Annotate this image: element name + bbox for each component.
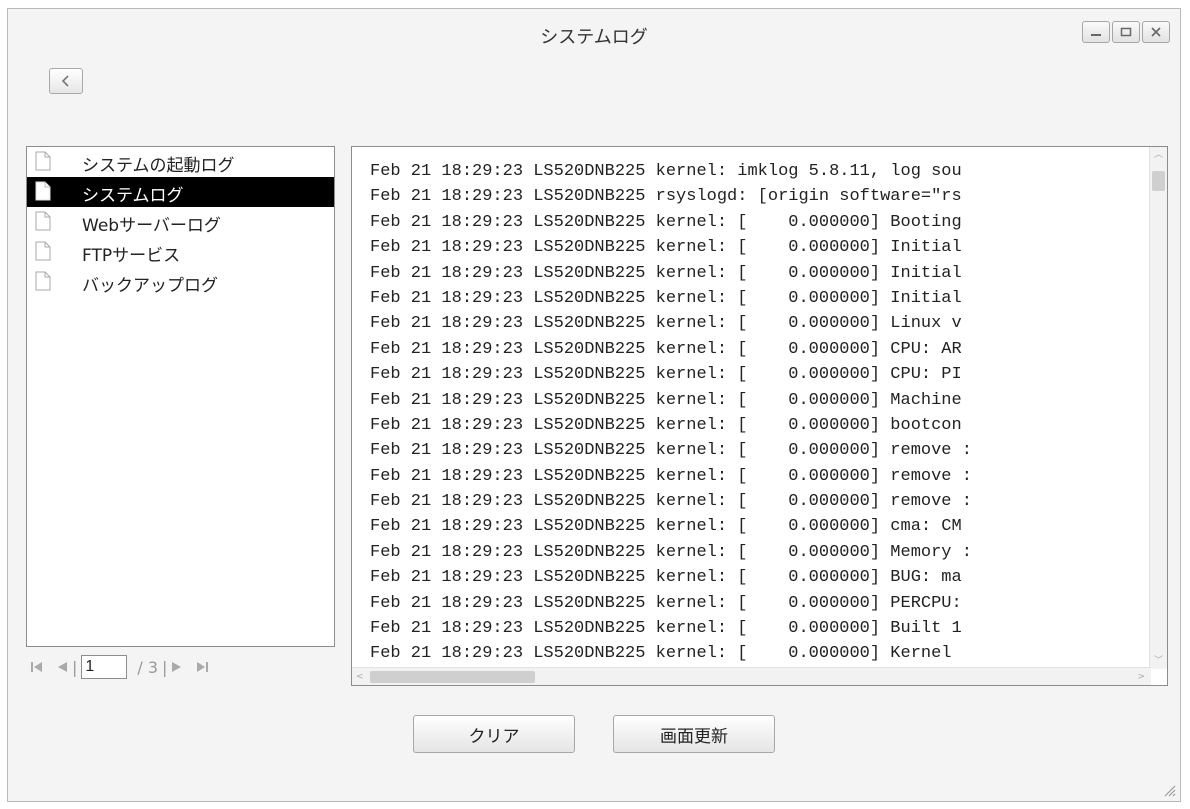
maximize-button[interactable] — [1112, 21, 1140, 43]
log-line: Feb 21 18:29:23 LS520DNB225 kernel: [ 0.… — [370, 288, 962, 308]
scroll-up-icon[interactable]: ︿ — [1154, 150, 1163, 160]
close-button[interactable] — [1142, 21, 1170, 43]
log-line: Feb 21 18:29:23 LS520DNB225 kernel: [ 0.… — [370, 441, 972, 461]
prev-page-button[interactable] — [56, 660, 68, 674]
prev-page-icon — [58, 662, 67, 672]
resize-grip-icon[interactable] — [1162, 783, 1176, 797]
horizontal-scrollbar[interactable]: < > — [352, 667, 1151, 685]
document-icon — [35, 241, 51, 261]
log-type-label: FTPサービス — [82, 246, 181, 266]
page-number-input[interactable] — [81, 655, 128, 679]
document-icon — [35, 271, 51, 291]
log-line: Feb 21 18:29:23 LS520DNB225 rsyslogd: [o… — [370, 187, 962, 207]
window-title: システムログ — [540, 27, 648, 48]
log-line: Feb 21 18:29:23 LS520DNB225 kernel: [ 0.… — [370, 644, 952, 664]
close-icon — [1151, 27, 1161, 37]
window-controls — [1082, 21, 1170, 43]
document-icon — [35, 211, 51, 231]
log-line: Feb 21 18:29:23 LS520DNB225 kernel: [ 0.… — [370, 212, 962, 232]
log-type-web-server[interactable]: Webサーバーログ — [27, 207, 334, 237]
scroll-down-icon[interactable]: ﹀ — [1154, 656, 1163, 666]
log-line: Feb 21 18:29:23 LS520DNB225 kernel: [ 0.… — [370, 263, 962, 283]
minimize-button[interactable] — [1082, 21, 1110, 43]
scroll-right-icon[interactable]: > — [1137, 672, 1145, 682]
back-button[interactable] — [49, 68, 83, 94]
vertical-scroll-thumb[interactable] — [1152, 171, 1165, 191]
log-viewer[interactable]: Feb 21 18:29:23 LS520DNB225 kernel: imkl… — [351, 146, 1168, 686]
log-line: Feb 21 18:29:23 LS520DNB225 kernel: [ 0.… — [370, 466, 972, 486]
log-lines: Feb 21 18:29:23 LS520DNB225 kernel: imkl… — [370, 159, 1148, 664]
next-page-button[interactable] — [171, 660, 183, 674]
horizontal-scroll-thumb[interactable] — [370, 671, 535, 683]
log-line: Feb 21 18:29:23 LS520DNB225 kernel: [ 0.… — [370, 619, 962, 639]
chevron-left-icon — [61, 75, 69, 87]
pager-separator: | — [162, 657, 168, 677]
log-line: Feb 21 18:29:23 LS520DNB225 kernel: [ 0.… — [370, 568, 962, 588]
scroll-left-icon[interactable]: < — [356, 672, 364, 682]
log-type-label: システムログ — [82, 186, 184, 206]
last-page-icon — [197, 662, 209, 672]
refresh-button[interactable]: 画面更新 — [613, 715, 775, 753]
log-type-list: システムの起動ログ システムログ Webサーバーログ FTPサービス バックアッ… — [26, 146, 335, 647]
log-line: Feb 21 18:29:23 LS520DNB225 kernel: [ 0.… — [370, 238, 962, 258]
vertical-scrollbar[interactable]: ︿ ﹀ — [1149, 147, 1167, 669]
log-line: Feb 21 18:29:23 LS520DNB225 kernel: imkl… — [370, 162, 962, 181]
first-page-icon — [31, 662, 42, 672]
first-page-button[interactable] — [30, 660, 44, 674]
log-line: Feb 21 18:29:23 LS520DNB225 kernel: [ 0.… — [370, 314, 962, 334]
log-line: Feb 21 18:29:23 LS520DNB225 kernel: [ 0.… — [370, 593, 962, 613]
log-type-label: Webサーバーログ — [82, 216, 221, 236]
log-type-label: バックアップログ — [82, 276, 218, 296]
log-line: Feb 21 18:29:23 LS520DNB225 kernel: [ 0.… — [370, 339, 962, 359]
document-icon — [35, 151, 51, 171]
minimize-icon — [1091, 34, 1101, 36]
log-type-ftp[interactable]: FTPサービス — [27, 237, 334, 267]
log-type-backup[interactable]: バックアップログ — [27, 267, 334, 297]
next-page-icon — [172, 662, 182, 672]
pager: | / 3 | — [30, 654, 209, 680]
pager-separator: | — [72, 657, 78, 677]
log-line: Feb 21 18:29:23 LS520DNB225 kernel: [ 0.… — [370, 390, 962, 410]
system-log-window: システムログ システムの起動ログ システムログ Webサーバーログ FTPサービ… — [7, 8, 1181, 802]
clear-button[interactable]: クリア — [413, 715, 575, 753]
page-total: / 3 — [137, 657, 159, 677]
last-page-button[interactable] — [195, 660, 209, 674]
log-type-system[interactable]: システムログ — [27, 177, 334, 207]
log-type-boot[interactable]: システムの起動ログ — [27, 147, 334, 177]
document-icon — [35, 181, 51, 201]
log-line: Feb 21 18:29:23 LS520DNB225 kernel: [ 0.… — [370, 365, 962, 385]
log-type-label: システムの起動ログ — [82, 156, 235, 176]
log-line: Feb 21 18:29:23 LS520DNB225 kernel: [ 0.… — [370, 492, 972, 512]
log-line: Feb 21 18:29:23 LS520DNB225 kernel: [ 0.… — [370, 415, 962, 435]
log-line: Feb 21 18:29:23 LS520DNB225 kernel: [ 0.… — [370, 542, 972, 562]
maximize-icon — [1120, 27, 1132, 37]
log-line: Feb 21 18:29:23 LS520DNB225 kernel: [ 0.… — [370, 517, 962, 537]
